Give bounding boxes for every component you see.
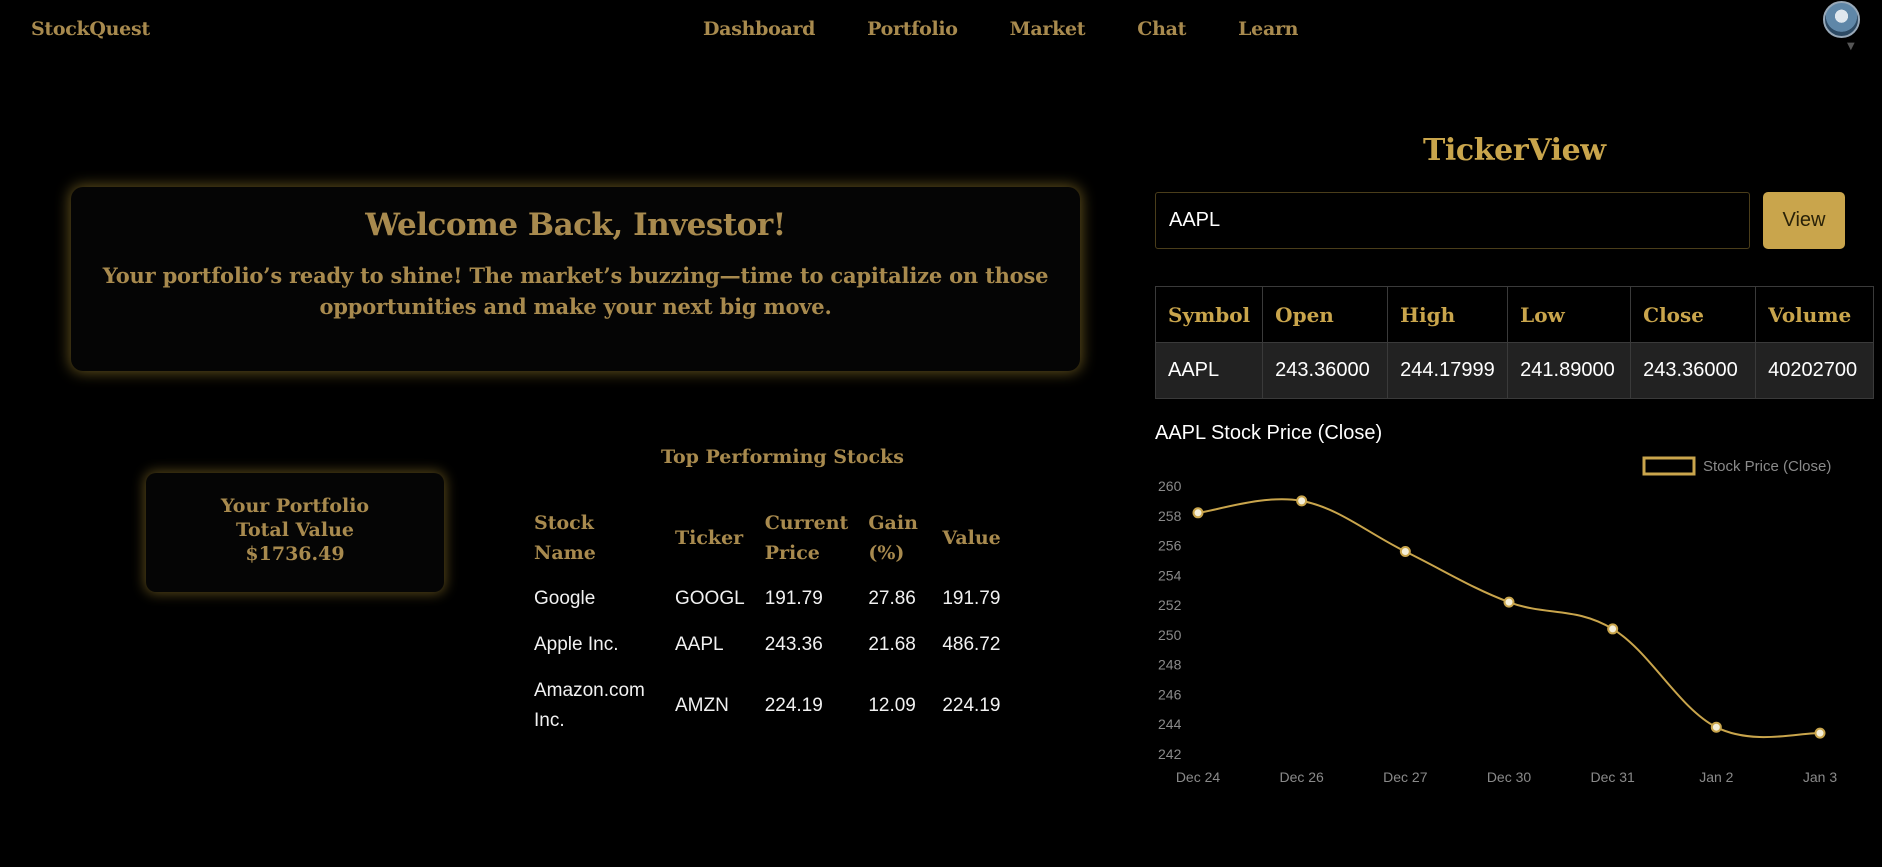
data-point: [1814, 727, 1826, 739]
col-symbol: Symbol: [1154, 286, 1264, 343]
nav-chat[interactable]: Chat: [1137, 18, 1186, 40]
col-gain: Gain (%): [868, 512, 918, 564]
y-tick-label: 258: [1158, 508, 1182, 524]
nav-dashboard[interactable]: Dashboard: [703, 18, 815, 40]
col-value: Value: [942, 527, 1001, 549]
col-open: Open: [1262, 286, 1389, 343]
cell-symbol: AAPL: [1154, 342, 1264, 399]
x-tick-label: Jan 2: [1699, 769, 1733, 785]
col-volume: Volume: [1755, 286, 1875, 343]
y-tick-label: 242: [1158, 746, 1182, 762]
cell-gain: 21.68: [868, 634, 916, 655]
cell-ticker: AAPL: [675, 634, 724, 655]
col-low: Low: [1507, 286, 1632, 343]
chart-title: AAPL Stock Price (Close): [1155, 422, 1383, 444]
data-point: [1503, 596, 1515, 608]
view-button[interactable]: View: [1763, 192, 1845, 249]
table-header-row: Stock Name Ticker Current Price Gain (%)…: [524, 500, 1012, 576]
y-tick-label: 244: [1158, 716, 1182, 732]
col-ticker: Ticker: [675, 527, 744, 549]
portfolio-value-card: Your Portfolio Total Value $1736.49: [146, 473, 444, 592]
y-tick-label: 260: [1158, 478, 1182, 494]
data-point: [1710, 721, 1722, 733]
top-stocks-table: Stock Name Ticker Current Price Gain (%)…: [524, 500, 1012, 744]
quote-header-row: Symbol Open High Low Close Volume: [1154, 286, 1875, 343]
x-tick-label: Jan 3: [1803, 769, 1837, 785]
y-tick-label: 254: [1158, 567, 1182, 583]
cell-name: Amazon.com Inc.: [534, 680, 645, 731]
quote-table: Symbol Open High Low Close Volume AAPL 2…: [1154, 286, 1875, 399]
col-stock-name: Stock Name: [534, 512, 596, 564]
cell-price: 243.36: [764, 634, 823, 655]
price-chart: 242 244 246 248 250 252 254 256 258 260 Dec 24 Dec …: [1158, 456, 1837, 785]
col-close: Close: [1630, 286, 1757, 343]
nav-portfolio[interactable]: Portfolio: [867, 18, 958, 40]
cell-value: 191.79: [942, 588, 1001, 609]
data-point: [1399, 546, 1411, 558]
nav-market[interactable]: Market: [1010, 18, 1086, 40]
table-row: Apple Inc. AAPL 243.36 21.68 486.72: [524, 622, 1012, 668]
y-tick-label: 250: [1158, 627, 1182, 643]
col-high: High: [1387, 286, 1509, 343]
ticker-input[interactable]: [1155, 192, 1750, 249]
user-avatar[interactable]: [1823, 1, 1860, 38]
cell-name: Google: [534, 588, 596, 609]
top-stocks-title: Top Performing Stocks: [661, 446, 904, 468]
data-point: [1192, 507, 1204, 519]
legend-swatch: [1642, 456, 1696, 476]
cell-gain: 27.86: [868, 588, 916, 609]
quote-row: AAPL 243.36000 244.17999 241.89000 243.3…: [1154, 342, 1875, 399]
col-current-price: Current Price: [764, 512, 849, 564]
cell-open: 243.36000: [1262, 342, 1389, 399]
welcome-message: Your portfolio’s ready to shine! The mar…: [102, 263, 1049, 319]
cell-ticker: GOOGL: [675, 588, 745, 609]
cell-value: 224.19: [942, 695, 1001, 716]
y-tick-label: 252: [1158, 597, 1182, 613]
x-tick-label: Dec 27: [1383, 769, 1428, 785]
welcome-title: Welcome Back, Investor!: [365, 207, 786, 243]
data-point: [1296, 495, 1308, 507]
x-tick-label: Dec 24: [1176, 769, 1221, 785]
cell-price: 191.79: [764, 588, 823, 609]
cell-value: 486.72: [942, 634, 1001, 655]
y-tick-label: 248: [1158, 657, 1182, 673]
x-tick-label: Dec 31: [1590, 769, 1635, 785]
tickerview-title: TickerView: [1423, 133, 1606, 168]
cell-name: Apple Inc.: [534, 634, 619, 655]
caret-down-icon[interactable]: ▼: [1847, 41, 1855, 52]
welcome-card: Welcome Back, Investor! Your portfolio’s…: [71, 187, 1080, 371]
main-nav: Dashboard Portfolio Market Chat Learn: [703, 18, 1350, 40]
total-value-label: Total Value: [236, 519, 354, 541]
cell-ticker: AMZN: [675, 695, 729, 716]
cell-gain: 12.09: [868, 695, 916, 716]
legend-label: Stock Price (Close): [1703, 458, 1831, 475]
cell-low: 241.89000: [1507, 342, 1632, 399]
x-tick-label: Dec 30: [1487, 769, 1532, 785]
table-row: Google GOOGL 191.79 27.86 191.79: [524, 576, 1012, 622]
nav-learn[interactable]: Learn: [1238, 18, 1298, 40]
cell-high: 244.17999: [1387, 342, 1509, 399]
cell-close: 243.36000: [1630, 342, 1757, 399]
y-tick-label: 246: [1158, 686, 1182, 702]
data-point: [1607, 623, 1619, 635]
portfolio-label: Your Portfolio: [220, 495, 370, 517]
cell-volume: 40202700: [1755, 342, 1875, 399]
y-tick-label: 256: [1158, 538, 1182, 554]
series-line: [1197, 498, 1821, 739]
table-row: Amazon.com Inc. AMZN 224.19 12.09 224.19: [524, 668, 1012, 744]
portfolio-total-value: $1736.49: [245, 543, 345, 565]
brand-logo[interactable]: StockQuest: [31, 18, 150, 40]
x-tick-label: Dec 26: [1279, 769, 1324, 785]
cell-price: 224.19: [764, 695, 823, 716]
